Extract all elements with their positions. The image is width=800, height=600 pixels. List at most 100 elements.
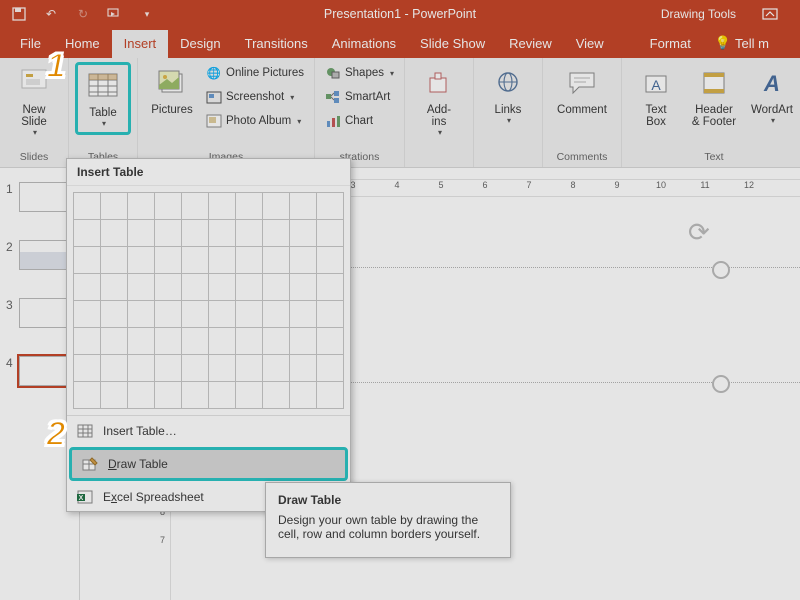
table-grid-cell[interactable] (316, 192, 344, 220)
table-grid-cell[interactable] (181, 300, 209, 328)
table-grid-cell[interactable] (154, 327, 182, 355)
table-grid-cell[interactable] (154, 354, 182, 382)
tab-review[interactable]: Review (497, 30, 564, 58)
online-pictures-button[interactable]: 🌐 Online Pictures (202, 62, 308, 84)
table-grid-cell[interactable] (235, 381, 263, 409)
table-size-grid[interactable] (67, 186, 350, 414)
table-grid-cell[interactable] (181, 246, 209, 274)
qa-customize-icon[interactable]: ▾ (138, 5, 156, 23)
table-grid-cell[interactable] (208, 219, 236, 247)
table-grid-cell[interactable] (208, 300, 236, 328)
smartart-button[interactable]: SmartArt (321, 86, 398, 108)
table-grid-cell[interactable] (73, 273, 101, 301)
table-grid-cell[interactable] (181, 327, 209, 355)
table-grid-cell[interactable] (316, 300, 344, 328)
table-grid-cell[interactable] (100, 300, 128, 328)
draw-table-menu-item[interactable]: Draw Table (69, 447, 348, 481)
table-grid-cell[interactable] (73, 381, 101, 409)
table-grid-cell[interactable] (73, 300, 101, 328)
table-grid-cell[interactable] (100, 327, 128, 355)
table-grid-cell[interactable] (127, 327, 155, 355)
table-grid-cell[interactable] (289, 273, 317, 301)
chart-button[interactable]: Chart (321, 110, 398, 132)
table-grid-cell[interactable] (235, 327, 263, 355)
tab-view[interactable]: View (564, 30, 616, 58)
table-grid-cell[interactable] (289, 327, 317, 355)
table-grid-cell[interactable] (154, 219, 182, 247)
table-button[interactable]: Table ▾ (75, 62, 131, 135)
table-grid-cell[interactable] (181, 273, 209, 301)
table-grid-cell[interactable] (100, 219, 128, 247)
table-grid-cell[interactable] (127, 192, 155, 220)
table-grid-cell[interactable] (73, 327, 101, 355)
shapes-button[interactable]: Shapes ▾ (321, 62, 398, 84)
table-grid-cell[interactable] (235, 246, 263, 274)
undo-icon[interactable]: ↶ (42, 5, 60, 23)
table-grid-cell[interactable] (235, 273, 263, 301)
table-grid-cell[interactable] (262, 273, 290, 301)
wordart-button[interactable]: A WordArt ▾ (744, 62, 800, 125)
links-button[interactable]: Links ▾ (480, 62, 536, 125)
save-icon[interactable] (10, 5, 28, 23)
photo-album-button[interactable]: Photo Album ▾ (202, 110, 308, 132)
table-grid-cell[interactable] (73, 219, 101, 247)
table-grid-cell[interactable] (181, 354, 209, 382)
table-grid-cell[interactable] (208, 327, 236, 355)
table-grid-cell[interactable] (127, 381, 155, 409)
header-footer-button[interactable]: Header & Footer (686, 62, 742, 128)
table-grid-cell[interactable] (208, 273, 236, 301)
table-grid-cell[interactable] (73, 192, 101, 220)
table-grid-cell[interactable] (181, 219, 209, 247)
thumbnail-preview[interactable] (19, 240, 69, 270)
tab-transitions[interactable]: Transitions (233, 30, 320, 58)
table-grid-cell[interactable] (235, 219, 263, 247)
table-grid-cell[interactable] (316, 381, 344, 409)
table-grid-cell[interactable] (208, 192, 236, 220)
tab-design[interactable]: Design (168, 30, 232, 58)
table-grid-cell[interactable] (262, 381, 290, 409)
insert-table-menu-item[interactable]: Insert Table… (67, 417, 350, 445)
tab-slide-show[interactable]: Slide Show (408, 30, 497, 58)
table-grid-cell[interactable] (289, 354, 317, 382)
table-grid-cell[interactable] (289, 192, 317, 220)
table-grid-cell[interactable] (154, 246, 182, 274)
table-grid-cell[interactable] (235, 354, 263, 382)
table-grid-cell[interactable] (289, 381, 317, 409)
thumbnail-preview[interactable] (19, 356, 69, 386)
table-grid-cell[interactable] (208, 354, 236, 382)
table-grid-cell[interactable] (316, 246, 344, 274)
tab-insert[interactable]: Insert (112, 30, 169, 58)
table-grid-cell[interactable] (289, 246, 317, 274)
ribbon-display-options-icon[interactable] (762, 8, 778, 20)
table-grid-cell[interactable] (127, 219, 155, 247)
table-grid-cell[interactable] (262, 219, 290, 247)
pictures-button[interactable]: Pictures (144, 62, 200, 116)
redo-icon[interactable]: ↻ (74, 5, 92, 23)
table-grid-cell[interactable] (154, 192, 182, 220)
start-from-beginning-icon[interactable] (106, 5, 124, 23)
table-grid-cell[interactable] (235, 300, 263, 328)
flow-node[interactable] (712, 375, 730, 393)
tab-animations[interactable]: Animations (320, 30, 408, 58)
table-grid-cell[interactable] (208, 246, 236, 274)
addins-button[interactable]: Add- ins ▾ (411, 62, 467, 137)
table-grid-cell[interactable] (100, 354, 128, 382)
thumbnail-preview[interactable] (19, 298, 69, 328)
table-grid-cell[interactable] (235, 192, 263, 220)
table-grid-cell[interactable] (127, 273, 155, 301)
table-grid-cell[interactable] (289, 300, 317, 328)
table-grid-cell[interactable] (127, 354, 155, 382)
table-grid-cell[interactable] (73, 246, 101, 274)
tell-me[interactable]: 💡 Tell m (703, 29, 781, 58)
table-grid-cell[interactable] (154, 300, 182, 328)
table-grid-cell[interactable] (289, 219, 317, 247)
table-grid-cell[interactable] (316, 327, 344, 355)
table-grid-cell[interactable] (100, 192, 128, 220)
table-grid-cell[interactable] (154, 273, 182, 301)
table-grid-cell[interactable] (262, 354, 290, 382)
tab-format[interactable]: Format (638, 30, 703, 58)
table-grid-cell[interactable] (316, 273, 344, 301)
comment-button[interactable]: Comment (549, 62, 615, 116)
table-grid-cell[interactable] (181, 192, 209, 220)
table-grid-cell[interactable] (100, 246, 128, 274)
